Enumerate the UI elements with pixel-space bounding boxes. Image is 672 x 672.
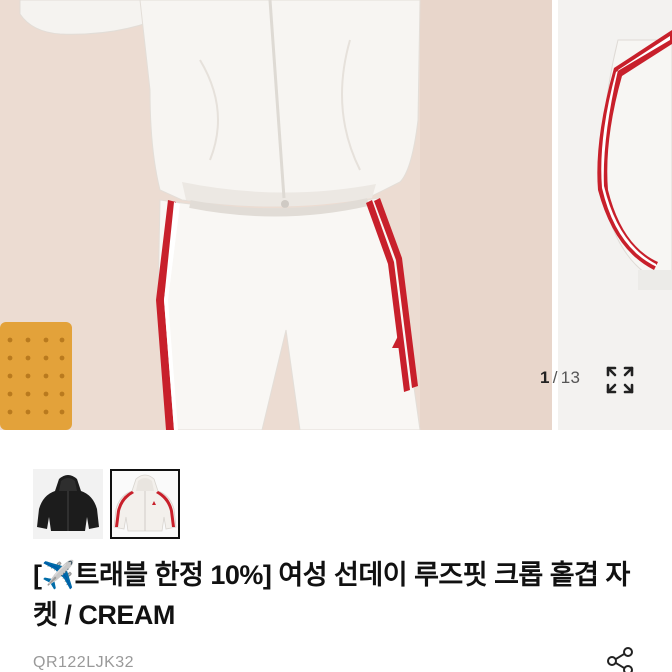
thumbnail-black-image bbox=[33, 469, 103, 539]
share-icon[interactable] bbox=[604, 645, 636, 672]
product-title-text: 트래블 한정 10%] 여성 선데이 루즈핏 크롭 홑겹 자켓 / CREAM bbox=[33, 560, 630, 630]
product-code: QR122LJK32 bbox=[33, 654, 135, 671]
product-image-gallery[interactable]: 1/13 bbox=[0, 0, 672, 430]
product-title: [✈️트래블 한정 10%] 여성 선데이 루즈핏 크롭 홑겹 자켓 / CRE… bbox=[33, 555, 643, 635]
thumbnail-cream[interactable] bbox=[110, 469, 180, 539]
image-counter-current: 1 bbox=[540, 368, 550, 387]
airplane-icon: ✈️ bbox=[41, 560, 76, 590]
product-title-open-bracket: [ bbox=[33, 560, 42, 590]
image-counter-total: 13 bbox=[560, 368, 581, 387]
product-photo-model bbox=[0, 0, 552, 430]
product-image-slide-1[interactable] bbox=[0, 0, 552, 430]
thumbnail-cream-image bbox=[112, 471, 178, 537]
image-counter: 1/13 bbox=[540, 368, 580, 388]
thumbnail-black[interactable] bbox=[33, 469, 103, 539]
expand-fullscreen-icon[interactable] bbox=[604, 364, 636, 396]
image-counter-separator: / bbox=[552, 368, 558, 387]
color-thumbnail-list bbox=[33, 469, 180, 539]
